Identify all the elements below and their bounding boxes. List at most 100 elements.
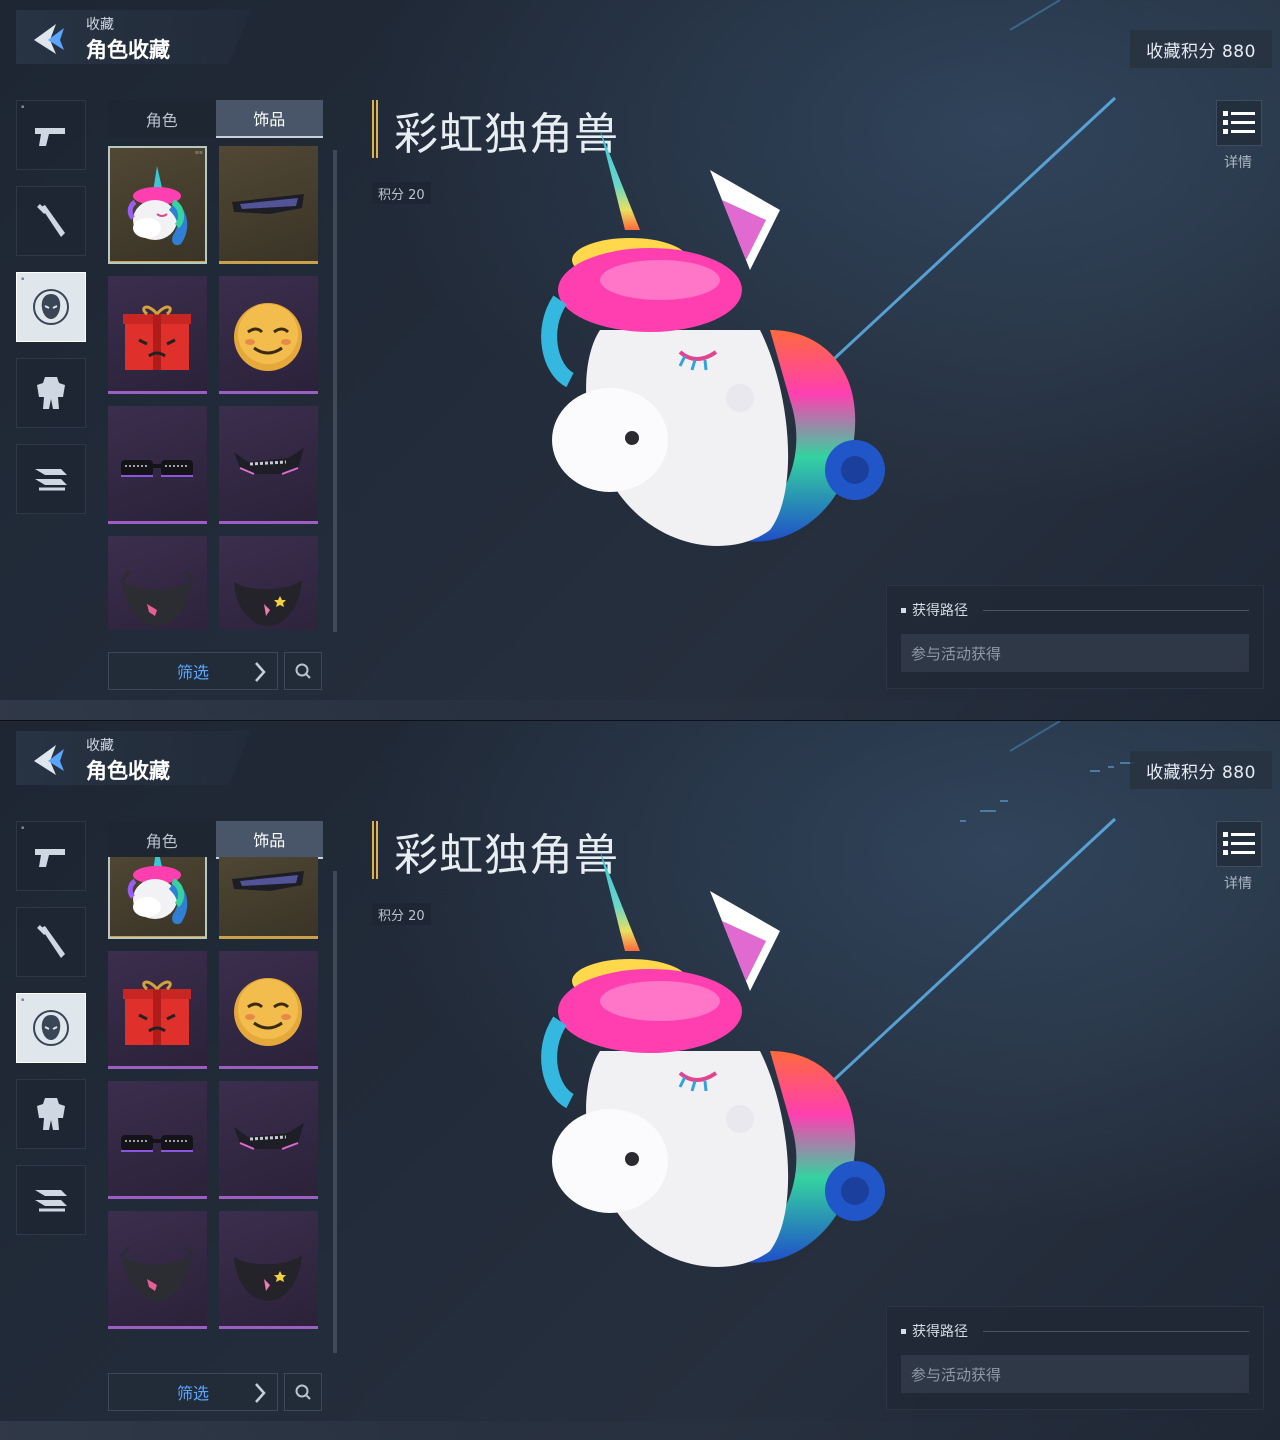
unicorn-head-icon [127,166,188,246]
item-card-spiked-visor[interactable] [219,1081,318,1199]
category-mech[interactable] [16,1079,86,1149]
bullet-icon [901,1328,906,1334]
acquire-panel: 获得路径 参与活动获得 [886,1306,1264,1410]
acquire-title: 获得路径 [901,600,968,620]
list-icon [1223,832,1255,855]
mask-icon [119,1245,195,1301]
character-head-icon [33,1010,69,1046]
item-card-mask-a[interactable] [108,536,207,630]
acquire-title-text: 获得路径 [912,1324,968,1340]
item-card-gift[interactable] [108,276,207,394]
unicorn-model-preview[interactable] [540,851,920,1291]
unicorn-head-icon [127,857,188,925]
item-score: 积分 20 [372,182,431,204]
item-card-visor[interactable] [219,146,318,264]
filter-button[interactable]: 筛选 [108,652,278,690]
smiley-ball-icon [234,978,302,1046]
page-title: 角色收藏 [86,38,170,62]
bullet-icon [901,607,906,613]
filter-label: 筛选 [176,1384,209,1403]
item-card-mask-b[interactable] [219,536,318,630]
page-title: 角色收藏 [86,759,170,783]
grid-scrollbar[interactable] [333,871,337,1353]
visor-glasses-icon [232,871,304,891]
tab-character[interactable]: 角色 [108,821,216,859]
category-tabs: 角色 饰品 [108,821,323,859]
unicorn-model-preview[interactable] [540,130,920,570]
item-card-unicorn[interactable]: ▪▪ [108,146,207,264]
category-tag: ▪ [21,276,25,282]
acquire-method: 参与活动获得 [901,1355,1249,1393]
item-card-smiley[interactable] [219,276,318,394]
melee-weapon-icon [37,925,65,958]
melee-weapon-icon [37,204,65,237]
grid-scrollbar[interactable] [333,150,337,632]
category-vehicle[interactable] [16,1165,86,1235]
search-button[interactable] [284,652,322,690]
item-card-sunglasses[interactable] [108,1081,207,1199]
details-button[interactable] [1216,821,1262,867]
breadcrumb-parent: 收藏 [86,17,114,33]
bottom-strip [0,700,1280,720]
vehicle-icon [35,1190,67,1212]
item-card-visor[interactable] [219,857,318,939]
item-score: 积分 20 [372,903,431,925]
details-button[interactable] [1216,100,1262,146]
item-grid: ▪▪ [108,146,320,630]
item-card-mask-a[interactable] [108,1211,207,1329]
title-accent-bar [372,100,378,158]
item-card-gift[interactable] [108,951,207,1069]
chevron-right-icon [255,662,266,682]
pistol-icon [35,849,65,867]
mech-armor-icon [37,1098,65,1130]
visor-glasses-icon [232,194,304,214]
list-icon [1223,111,1255,134]
pistol-icon [35,128,65,146]
collection-score: 收藏积分 880 [1130,30,1272,68]
back-arrow-icon[interactable] [30,743,70,777]
category-melee[interactable] [16,186,86,256]
back-arrow-icon[interactable] [30,22,70,56]
item-grid-viewport [108,857,320,1353]
tab-accessory[interactable]: 饰品 [215,100,323,138]
category-melee[interactable] [16,907,86,977]
item-card-smiley[interactable] [219,951,318,1069]
vehicle-icon [35,469,67,491]
item-card-mask-b[interactable] [219,1211,318,1329]
category-mech[interactable] [16,358,86,428]
category-vehicle[interactable] [16,444,86,514]
category-character[interactable]: ▪ [16,993,86,1063]
item-card-spiked-visor[interactable] [219,406,318,524]
gift-box-icon [123,305,191,370]
spiked-visor-icon [234,448,304,475]
category-pistol[interactable]: ▪ [16,100,86,170]
acquire-title-text: 获得路径 [912,603,968,619]
acquire-divider [983,1331,1249,1332]
filter-button[interactable]: 筛选 [108,1373,278,1411]
collection-screen: 收藏 角色收藏 收藏积分 880 ▪ ▪ 角色 饰品 ▪▪ 筛选 彩虹独角兽 积… [0,0,1280,720]
title-accent-bar [372,821,378,879]
category-tag: ▪ [21,997,25,1003]
item-card-sunglasses[interactable] [108,406,207,524]
mask-icon [234,1255,302,1301]
character-head-icon [33,289,69,325]
item-card-unicorn[interactable] [108,857,207,939]
category-character[interactable]: ▪ [16,272,86,342]
gift-box-icon [123,980,191,1045]
chevron-right-icon [255,1383,266,1403]
mask-icon [119,570,195,626]
card-level-mark: ▪▪ [194,149,203,156]
item-grid-viewport: ▪▪ [108,146,320,630]
mask-icon [234,580,302,626]
filter-label: 筛选 [176,663,209,682]
search-icon [295,1384,311,1400]
item-grid [108,857,320,1329]
mech-armor-icon [37,377,65,409]
search-button[interactable] [284,1373,322,1411]
breadcrumb-parent: 收藏 [86,738,114,754]
tab-character[interactable]: 角色 [108,100,216,138]
category-pistol[interactable]: ▪ [16,821,86,891]
category-tag: ▪ [21,825,25,831]
spiked-visor-icon [234,1123,304,1150]
tab-accessory[interactable]: 饰品 [215,821,323,859]
